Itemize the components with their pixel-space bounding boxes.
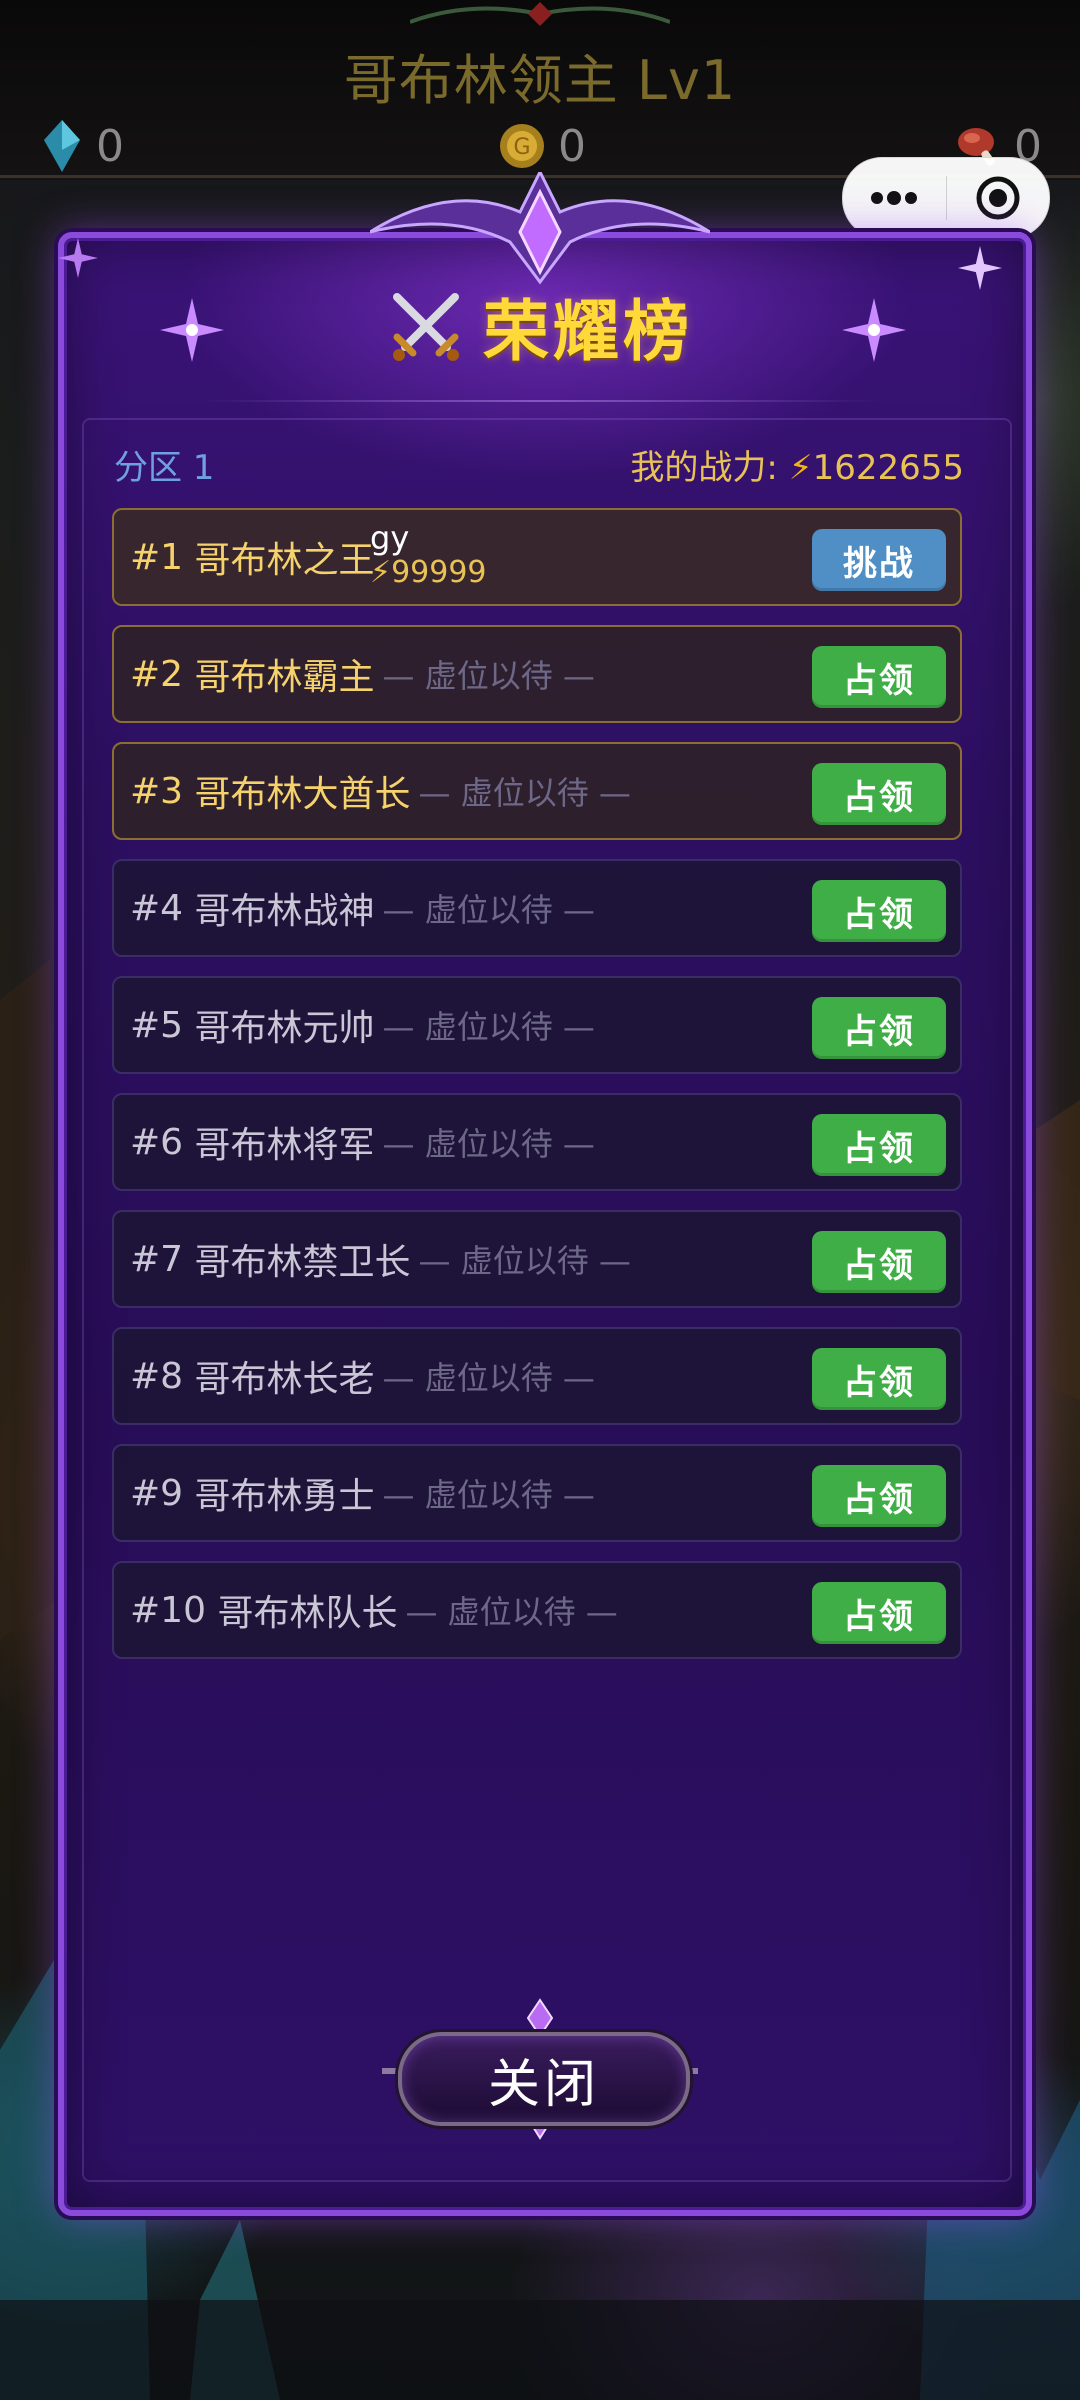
rank-name: 哥布林之王: [194, 540, 375, 581]
rank-title: #6 哥布林将军 — 虚位以待 —: [130, 1095, 595, 1189]
occupy-button[interactable]: 占领: [812, 997, 946, 1059]
rank-row-4: #4 哥布林战神 — 虚位以待 — 占领: [112, 859, 962, 957]
crossed-swords-icon: [393, 293, 459, 361]
occupy-button[interactable]: 占领: [812, 1582, 946, 1644]
close-button[interactable]: 关闭: [398, 2032, 690, 2126]
holder-power: ⚡99999: [370, 556, 487, 590]
rank-title: #4 哥布林战神 — 虚位以待 —: [130, 861, 595, 955]
my-power-label: 我的战力:: [630, 448, 789, 488]
rank-number: #3: [130, 770, 184, 812]
vacant-label: — 虚位以待 —: [382, 1476, 595, 1514]
rank-name: 哥布林队长: [217, 1593, 398, 1634]
occupy-button[interactable]: 占领: [812, 646, 946, 708]
rank-list: #1 哥布林之王 gy ⚡99999 挑战 #2 哥布林霸主 — 虚位以待 — 占…: [112, 508, 966, 1678]
dialog-title: 荣耀榜: [483, 293, 693, 370]
rank-number: #4: [130, 887, 184, 929]
svg-text:G: G: [513, 135, 530, 160]
miniprogram-capsule: [842, 157, 1050, 239]
rank-title: #9 哥布林勇士 — 虚位以待 —: [130, 1446, 595, 1540]
rank-row-2: #2 哥布林霸主 — 虚位以待 — 占领: [112, 625, 962, 723]
rank-row-9: #9 哥布林勇士 — 虚位以待 — 占领: [112, 1444, 962, 1542]
rank-title: #7 哥布林禁卫长 — 虚位以待 —: [130, 1212, 631, 1306]
rank-number: #1: [130, 536, 184, 578]
lightning-icon: ⚡: [370, 555, 392, 590]
vacant-label: — 虚位以待 —: [405, 1593, 618, 1631]
vacant-label: — 虚位以待 —: [382, 1359, 595, 1397]
rank-number: #7: [130, 1238, 184, 1280]
miniprogram-close-button[interactable]: [947, 158, 1050, 238]
rank-number: #9: [130, 1472, 184, 1514]
rank-row-1: #1 哥布林之王 gy ⚡99999 挑战: [112, 508, 962, 606]
rank-title: #1 哥布林之王: [130, 510, 375, 604]
lightning-icon: ⚡: [788, 448, 813, 488]
title-divider: [198, 400, 882, 402]
my-power: 我的战力: ⚡1622655: [630, 440, 964, 489]
rank-name: 哥布林元帅: [194, 1008, 375, 1049]
crystal-resource: 0: [40, 116, 124, 176]
holder-name: gy: [370, 519, 410, 557]
occupy-button[interactable]: 占领: [812, 763, 946, 825]
rank-number: #10: [130, 1589, 206, 1631]
target-close-icon: [976, 176, 1020, 220]
occupy-button[interactable]: 占领: [812, 1465, 946, 1527]
vacant-label: — 虚位以待 —: [382, 891, 595, 929]
rank-name: 哥布林禁卫长: [194, 1242, 411, 1283]
top-hud: 哥布林领主 Lv1 0 G 0 0: [0, 0, 1080, 180]
rank-name: 哥布林大酋长: [194, 774, 411, 815]
vacant-label: — 虚位以待 —: [382, 1008, 595, 1046]
rank-name: 哥布林长老: [194, 1359, 375, 1400]
occupy-button[interactable]: 占领: [812, 1348, 946, 1410]
rank-number: #6: [130, 1121, 184, 1163]
rank-row-3: #3 哥布林大酋长 — 虚位以待 — 占领: [112, 742, 962, 840]
rank-row-7: #7 哥布林禁卫长 — 虚位以待 — 占领: [112, 1210, 962, 1308]
crystal-count: 0: [96, 120, 124, 172]
rank-title: #2 哥布林霸主 — 虚位以待 —: [130, 627, 595, 721]
dialog-title-row: 荣耀榜: [0, 278, 1080, 374]
holder-power-value: 99999: [391, 555, 487, 590]
rank-number: #5: [130, 1004, 184, 1046]
occupy-button[interactable]: 占领: [812, 1114, 946, 1176]
rank-name: 哥布林霸主: [194, 657, 375, 698]
rank-title: #3 哥布林大酋长 — 虚位以待 —: [130, 744, 631, 838]
rank-holder: gy ⚡99999: [370, 520, 487, 590]
rank-title: #8 哥布林长老 — 虚位以待 —: [130, 1329, 595, 1423]
rank-name: 哥布林将军: [194, 1125, 375, 1166]
top-ornament-icon: [410, 2, 670, 26]
rank-row-6: #6 哥布林将军 — 虚位以待 — 占领: [112, 1093, 962, 1191]
rank-title: #5 哥布林元帅 — 虚位以待 —: [130, 978, 595, 1072]
gold-coin-icon: G: [500, 124, 544, 168]
vacant-label: — 虚位以待 —: [418, 774, 631, 812]
rank-row-8: #8 哥布林长老 — 虚位以待 — 占领: [112, 1327, 962, 1425]
vacant-label: — 虚位以待 —: [382, 1125, 595, 1163]
occupy-button[interactable]: 占领: [812, 1231, 946, 1293]
more-dots-icon: [871, 191, 918, 205]
crystal-icon: [44, 120, 80, 172]
corner-sparkle-icon: [58, 238, 98, 278]
game-title: 哥布林领主 Lv1: [343, 49, 737, 112]
vacant-label: — 虚位以待 —: [382, 657, 595, 695]
my-power-value: 1622655: [812, 448, 964, 488]
rank-name: 哥布林勇士: [194, 1476, 375, 1517]
gold-resource: G 0: [498, 116, 586, 176]
zone-label: 分区 1: [114, 448, 215, 488]
rank-row-5: #5 哥布林元帅 — 虚位以待 — 占领: [112, 976, 962, 1074]
challenge-button[interactable]: 挑战: [812, 529, 946, 591]
vacant-label: — 虚位以待 —: [418, 1242, 631, 1280]
more-button[interactable]: [843, 158, 946, 238]
rank-name: 哥布林战神: [194, 891, 375, 932]
crest-ornament-icon: [370, 172, 710, 285]
rank-number: #2: [130, 653, 184, 695]
rank-row-10: #10 哥布林队长 — 虚位以待 — 占领: [112, 1561, 962, 1659]
gold-count: 0: [558, 120, 586, 172]
rank-number: #8: [130, 1355, 184, 1397]
rank-title: #10 哥布林队长 — 虚位以待 —: [130, 1563, 618, 1657]
occupy-button[interactable]: 占领: [812, 880, 946, 942]
